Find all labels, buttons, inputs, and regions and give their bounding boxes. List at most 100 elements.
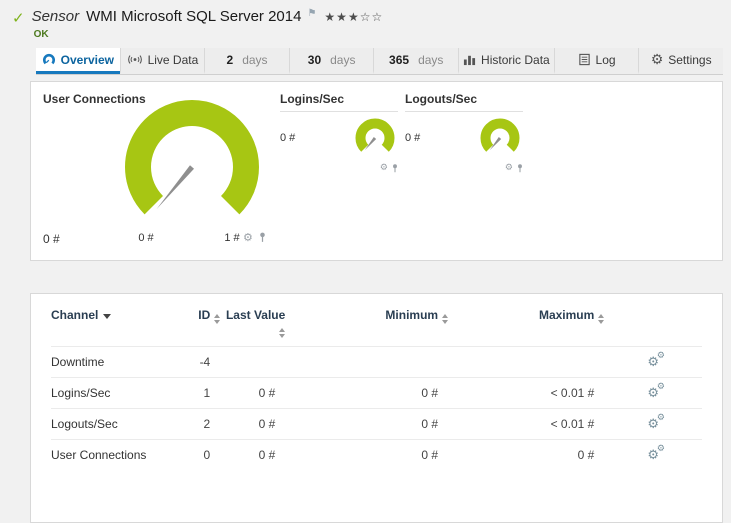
tab-label: Live Data	[147, 52, 199, 67]
channel-settings-icon[interactable]: ⚙ ⚙	[647, 352, 665, 370]
channel-id: -4	[199, 355, 211, 369]
logouts-gauge-value: 0 #	[405, 132, 421, 144]
gauge-needle	[156, 165, 194, 210]
sort-icon[interactable]	[598, 314, 605, 324]
priority-stars-rating[interactable]: ★★★☆☆	[324, 10, 383, 24]
table-row[interactable]: Logouts/Sec 2 0 # 0 # < 0.01 # ⚙ ⚙	[51, 408, 702, 440]
sensor-header: ✓ Sensor WMI Microsoft SQL Server 2014 ⚑…	[0, 0, 731, 40]
chevron-down-icon[interactable]	[103, 314, 112, 319]
sort-icon[interactable]	[279, 328, 286, 338]
gear-icon: ⚙	[656, 351, 665, 361]
column-label: Maximum	[538, 308, 595, 322]
column-header-minimum[interactable]: Minimum	[285, 308, 449, 347]
logouts-gauge-actions: ⚙	[505, 164, 523, 173]
bar-chart-icon	[463, 55, 476, 66]
column-header-channel[interactable]: Channel	[51, 308, 181, 347]
column-header-settings	[604, 308, 702, 347]
tab-label-number: 2	[226, 52, 234, 67]
channel-maximum: 0 #	[577, 448, 595, 462]
channel-last-value	[220, 347, 285, 378]
channel-id: 0	[203, 448, 211, 462]
channels-table: Channel ID Last Value Minimum Maximum Do…	[51, 308, 702, 470]
pin-icon[interactable]	[392, 164, 398, 173]
tab-label: Historic Data	[481, 52, 550, 67]
channel-settings-icon[interactable]: ⚙ ⚙	[647, 445, 665, 463]
pin-icon[interactable]	[259, 232, 266, 243]
column-label: Minimum	[385, 308, 439, 322]
tab-historic-data[interactable]: Historic Data	[458, 48, 554, 74]
gauge-icon	[42, 53, 55, 64]
tab-label-unit: days	[330, 52, 356, 67]
channel-maximum: < 0.01 #	[550, 417, 595, 431]
channel-maximum: < 0.01 #	[550, 386, 595, 400]
overview-gauges-panel: User Connections 0 # 1 # 0 # ⚙ Logins/Se…	[30, 81, 723, 261]
logouts-gauge	[480, 118, 520, 152]
column-header-last-value[interactable]: Last Value	[220, 308, 286, 347]
tab-label-number: 365	[389, 52, 410, 67]
column-label: ID	[198, 308, 211, 322]
gear-icon: ⚙	[656, 382, 665, 392]
pin-icon[interactable]	[517, 164, 523, 173]
channel-minimum: 0 #	[421, 448, 439, 462]
live-data-icon	[127, 55, 142, 64]
gauge-scale-min: 0 #	[138, 232, 154, 244]
tab-overview[interactable]: Overview	[36, 48, 120, 74]
sort-icon[interactable]	[214, 314, 221, 324]
logins-gauge-actions: ⚙	[380, 164, 398, 173]
channel-name[interactable]: User Connections	[51, 440, 181, 471]
channel-name[interactable]: Logouts/Sec	[51, 409, 181, 440]
channel-last-value: 0 #	[258, 417, 276, 431]
page-title: WMI Microsoft SQL Server 2014	[86, 8, 302, 25]
channel-minimum	[285, 347, 448, 378]
gauge-settings-icon[interactable]: ⚙	[380, 164, 388, 173]
gear-icon: ⚙	[656, 413, 665, 423]
channel-last-value: 0 #	[258, 386, 276, 400]
main-gauge-value: 0 #	[43, 232, 60, 246]
gear-icon: ⚙	[656, 444, 665, 454]
channel-name[interactable]: Logins/Sec	[51, 378, 181, 409]
channel-maximum	[448, 347, 604, 378]
tab-label-number: 30	[307, 52, 322, 67]
logins-gauge	[355, 118, 395, 152]
sensor-title-line: Sensor WMI Microsoft SQL Server 2014 ⚑ ★…	[32, 8, 384, 25]
table-row[interactable]: User Connections 0 0 # 0 # 0 # ⚙ ⚙	[51, 439, 702, 471]
gauge-settings-icon[interactable]: ⚙	[243, 232, 253, 243]
column-header-id[interactable]: ID	[181, 308, 221, 347]
tab-label: Overview	[60, 52, 114, 67]
tab-label-unit: days	[418, 52, 444, 67]
gauge-settings-icon[interactable]: ⚙	[505, 164, 513, 173]
tab-label: Settings	[668, 52, 712, 67]
tab-log[interactable]: Log	[553, 48, 639, 74]
status-check-icon: ✓	[12, 9, 25, 27]
channel-last-value: 0 #	[258, 448, 276, 462]
channel-settings-icon[interactable]: ⚙ ⚙	[647, 414, 665, 432]
channel-settings-icon[interactable]: ⚙ ⚙	[647, 383, 665, 401]
tab-2-days[interactable]: 2 days	[204, 48, 289, 74]
table-header-row: Channel ID Last Value Minimum Maximum	[51, 308, 702, 347]
tab-label-unit: days	[242, 52, 268, 67]
table-row[interactable]: Downtime -4 ⚙ ⚙	[51, 346, 702, 378]
channels-table-panel: Channel ID Last Value Minimum Maximum Do…	[30, 293, 723, 523]
object-kind-label: Sensor	[31, 8, 80, 25]
column-label: Last Value	[225, 308, 286, 322]
status-badge: OK	[33, 29, 49, 40]
logouts-gauge-block: Logouts/Sec 0 # ⚙	[405, 92, 523, 173]
main-gauge-actions: ⚙	[243, 232, 266, 243]
tab-settings[interactable]: ⚙ Settings	[638, 48, 723, 74]
column-header-maximum[interactable]: Maximum	[448, 308, 605, 347]
log-icon	[578, 53, 590, 66]
logins-gauge-title: Logins/Sec	[280, 92, 398, 112]
tab-365-days[interactable]: 365 days	[373, 48, 458, 74]
tab-live-data[interactable]: Live Data	[119, 48, 205, 74]
channel-id: 2	[203, 417, 211, 431]
tab-bar: Overview Live Data 2 days 30 days 365 days …	[36, 48, 723, 75]
channel-name[interactable]: Downtime	[51, 347, 181, 378]
logins-gauge-value: 0 #	[280, 132, 296, 144]
sort-icon[interactable]	[442, 314, 449, 324]
gear-icon: ⚙	[650, 51, 664, 68]
tab-label: Log	[595, 52, 616, 67]
channel-minimum: 0 #	[421, 417, 439, 431]
table-row[interactable]: Logins/Sec 1 0 # 0 # < 0.01 # ⚙ ⚙	[51, 377, 702, 409]
tab-30-days[interactable]: 30 days	[288, 48, 374, 74]
priority-flag-icon[interactable]: ⚑	[307, 8, 316, 19]
